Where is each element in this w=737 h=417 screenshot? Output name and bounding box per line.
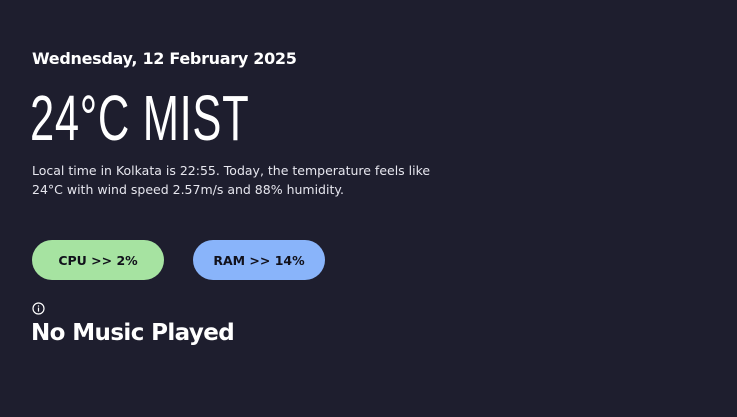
cpu-usage-badge: CPU >> 2% [32,240,164,280]
cpu-usage-label: CPU >> 2% [58,252,138,268]
weather-headline: 24°C MIST [30,82,250,154]
desktop-widget: { "date": "Wednesday, 12 February 2025",… [0,0,737,417]
music-status: No Music Played [31,320,235,346]
ram-usage-label: RAM >> 14% [213,252,305,268]
date-label: Wednesday, 12 February 2025 [32,49,297,68]
info-icon [32,302,45,315]
weather-description: Local time in Kolkata is 22:55. Today, t… [32,163,431,197]
ram-usage-badge: RAM >> 14% [193,240,325,280]
